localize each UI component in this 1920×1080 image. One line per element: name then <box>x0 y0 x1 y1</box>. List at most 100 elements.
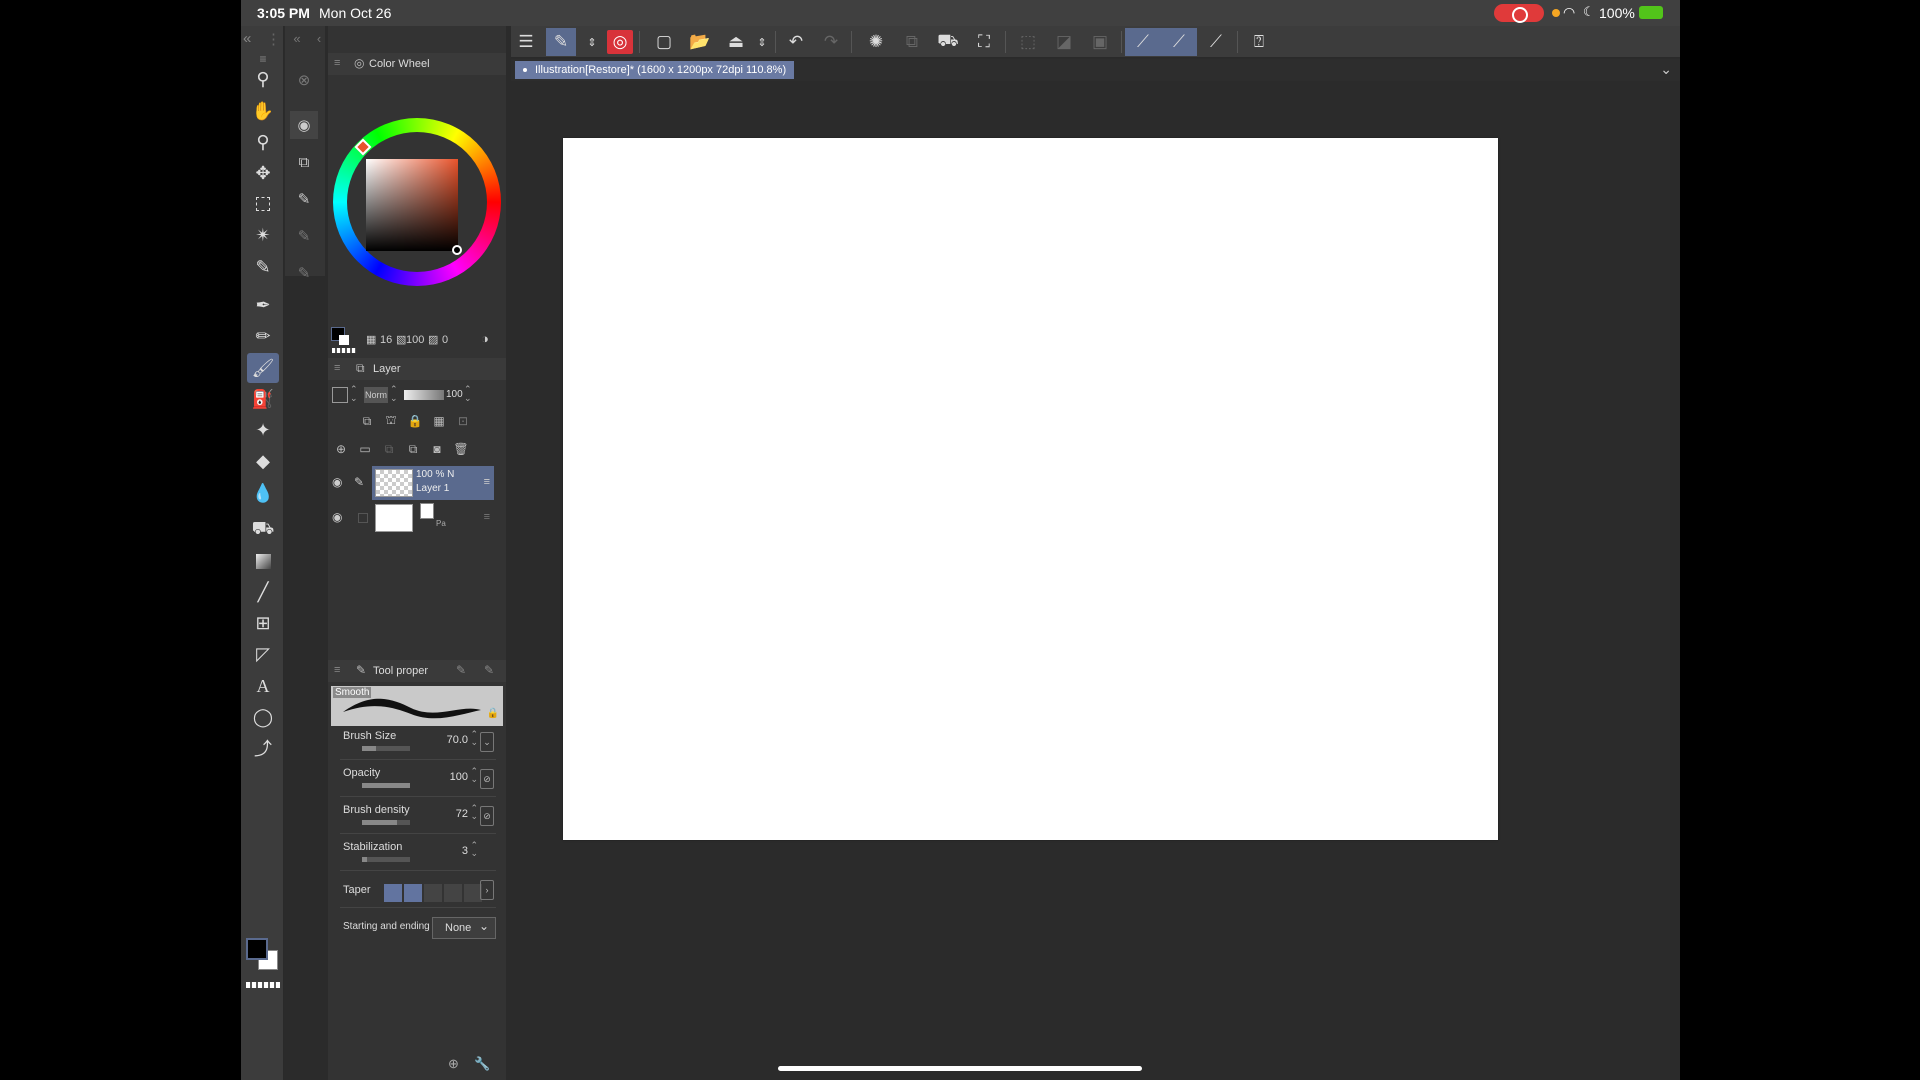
sub-tool-2-icon[interactable]: ✎ <box>290 222 318 250</box>
snap-to-grid-icon[interactable]: ⟋ <box>1201 28 1231 56</box>
new-raster-layer-icon[interactable]: ⊕ <box>332 440 350 458</box>
clear-selection-icon[interactable]: ⬚ <box>1013 28 1043 56</box>
blend-tool[interactable]: 💧 <box>247 478 279 508</box>
brush-density-slider[interactable] <box>362 820 410 825</box>
new-canvas-icon[interactable]: ▢ <box>649 28 679 56</box>
reference-layer-icon[interactable]: ⛫ <box>382 412 400 430</box>
combine-down-icon[interactable]: ⧉ <box>404 440 422 458</box>
main-sub-color-swatch[interactable] <box>246 938 282 974</box>
snap-to-special-ruler-icon[interactable]: ⟋ <box>1161 28 1197 56</box>
saturation-value-square[interactable] <box>366 159 458 251</box>
layers-tab-icon[interactable]: ⧉ <box>290 148 318 176</box>
balloon-tool[interactable]: ◯ <box>247 702 279 732</box>
subtool-detail-icon[interactable]: ✎ <box>456 663 466 677</box>
opacity-slider[interactable] <box>404 390 444 400</box>
ruler-tool[interactable]: ◸ <box>247 639 279 669</box>
pressure-icon[interactable]: ⊘ <box>480 769 494 789</box>
edit-checkbox-icon[interactable] <box>358 513 368 523</box>
invert-selection-icon[interactable]: ◪ <box>1049 28 1079 56</box>
clip-icon[interactable]: ⧉ <box>358 412 376 430</box>
snap-to-ruler-icon[interactable]: ⟋ <box>1125 28 1161 56</box>
prop-value[interactable]: 70.0 <box>447 734 468 746</box>
figure-tool[interactable]: ╱ <box>247 577 279 607</box>
spin-icon[interactable]: ⌃ ⌄ <box>470 804 478 821</box>
blend-mode-select[interactable]: Norm <box>364 387 388 403</box>
taper-expand-icon[interactable]: › <box>480 880 494 900</box>
taper-cell[interactable] <box>444 884 462 902</box>
layer-menu-icon[interactable]: ≡ <box>484 511 490 523</box>
delete-layer-icon[interactable]: 🗑 <box>452 440 470 458</box>
expression-color-button[interactable] <box>332 387 348 403</box>
pressure-icon[interactable]: ⌄ <box>480 732 494 752</box>
tool-property-header[interactable]: ≡ ✎ Tool proper ✎ ✎ <box>328 660 506 682</box>
spin-icon[interactable]: ⌃ ⌄ <box>470 767 478 784</box>
decoration-tool[interactable]: ✦ <box>247 415 279 445</box>
color-wheel-header[interactable]: ≡ ◎ Color Wheel <box>328 53 506 75</box>
save-spin-icon[interactable]: ⇕ <box>747 28 777 56</box>
menu-icon[interactable]: ☰ <box>511 28 541 56</box>
opacity-prop[interactable]: Opacity 100 ⌃ ⌄ ⊘ <box>340 761 496 797</box>
subtool-detail-2-icon[interactable]: ✎ <box>484 663 494 677</box>
grip-icon[interactable]: ≡ <box>334 57 340 69</box>
new-folder-icon[interactable]: ▭ <box>356 440 374 458</box>
lock-icon[interactable]: 🔒 <box>487 708 499 719</box>
taper-prop[interactable]: Taper › <box>340 872 496 908</box>
layer-row[interactable]: ◉ ✎ 100 % N Layer 1 ≡ <box>328 466 506 500</box>
lock-icon[interactable]: 🔒 <box>406 412 424 430</box>
redo-icon[interactable]: ↷ <box>816 28 846 56</box>
selection-border-icon[interactable]: ▣ <box>1085 28 1115 56</box>
zoom-tool[interactable]: ⚲ <box>247 64 279 94</box>
chevron-down-icon[interactable]: ⌄ <box>1660 61 1672 78</box>
sv-cursor[interactable] <box>452 245 462 255</box>
home-indicator[interactable] <box>778 1066 1142 1071</box>
mode-spin-icon[interactable]: ⇕ <box>577 28 607 56</box>
screen-recording-icon[interactable] <box>1494 4 1544 23</box>
prop-value[interactable]: 3 <box>462 845 468 857</box>
stabilization-slider[interactable] <box>362 857 410 862</box>
taper-cells[interactable] <box>384 884 482 902</box>
edit-mode-icon[interactable]: ✎ <box>546 28 576 56</box>
opacity-spin-icon[interactable]: ⌃ ⌄ <box>464 385 472 403</box>
layer-panel-header[interactable]: ≡ ⧉ Layer <box>328 358 506 380</box>
move-layer-tool[interactable]: ✥ <box>247 158 279 188</box>
brush-size-slider[interactable] <box>362 746 410 751</box>
mask-icon[interactable]: ⊡ <box>454 412 472 430</box>
eraser-tool[interactable]: ◆ <box>247 446 279 476</box>
fill-tool[interactable]: ⛟ <box>247 515 279 545</box>
frame-tool[interactable]: ⊞ <box>247 608 279 638</box>
restore-tool-icon[interactable]: ⊕ <box>448 1056 459 1072</box>
color-mode-icon[interactable]: ◑ <box>481 331 489 346</box>
main-color-swatch[interactable] <box>246 938 268 960</box>
auto-select-tool[interactable]: ✴ <box>247 220 279 250</box>
lock-transparent-icon[interactable]: ▦ <box>430 412 448 430</box>
transfer-down-icon[interactable]: ⧉ <box>380 440 398 458</box>
taper-cell[interactable] <box>424 884 442 902</box>
edit-pen-icon[interactable]: ✎ <box>354 475 370 491</box>
eyedropper-tool[interactable]: ✎ <box>247 252 279 282</box>
document-tab[interactable]: Illustration[Restore]* (1600 x 1200px 72… <box>515 61 795 79</box>
brush-density-prop[interactable]: Brush density 72 ⌃ ⌄ ⊘ <box>340 798 496 834</box>
mini-sub-color[interactable] <box>339 335 349 345</box>
visibility-eye-icon[interactable]: ◉ <box>332 475 348 491</box>
wrench-icon[interactable]: 🔧 <box>474 1056 490 1072</box>
layer-row[interactable]: ◉ Pa ≡ <box>328 501 506 535</box>
record-icon[interactable]: ◎ <box>607 30 633 54</box>
layer-opacity-value[interactable]: 100 <box>446 389 463 400</box>
expression-spin-icon[interactable]: ⌃ ⌄ <box>350 385 358 403</box>
opacity-slider[interactable] <box>362 783 410 788</box>
blend-mode-spin-icon[interactable]: ⌃ ⌄ <box>390 385 398 403</box>
correct-line-tool[interactable]: ⤴ <box>247 733 279 763</box>
layer-body[interactable]: Pa ≡ <box>372 501 494 535</box>
grip-icon[interactable]: ≡ <box>334 362 340 374</box>
stabilization-prop[interactable]: Stabilization 3 ⌃ ⌄ <box>340 835 496 871</box>
sub-tool-3-icon[interactable]: ✎ <box>290 259 318 287</box>
loading-spinner-icon[interactable]: ✺ <box>861 28 891 56</box>
brush-size-prop[interactable]: Brush Size 70.0 ⌃ ⌄ ⌄ <box>340 724 496 760</box>
taper-cell[interactable] <box>384 884 402 902</box>
layer-menu-icon[interactable]: ≡ <box>484 476 490 488</box>
pressure-icon[interactable]: ⊘ <box>480 806 494 826</box>
brush-preview[interactable]: Smooth 🔒 <box>331 686 503 726</box>
starting-ending-prop[interactable]: Starting and ending None <box>340 909 496 945</box>
grip-icon[interactable]: ≡ <box>334 664 340 676</box>
mini-transparent-toggle[interactable] <box>332 348 356 353</box>
